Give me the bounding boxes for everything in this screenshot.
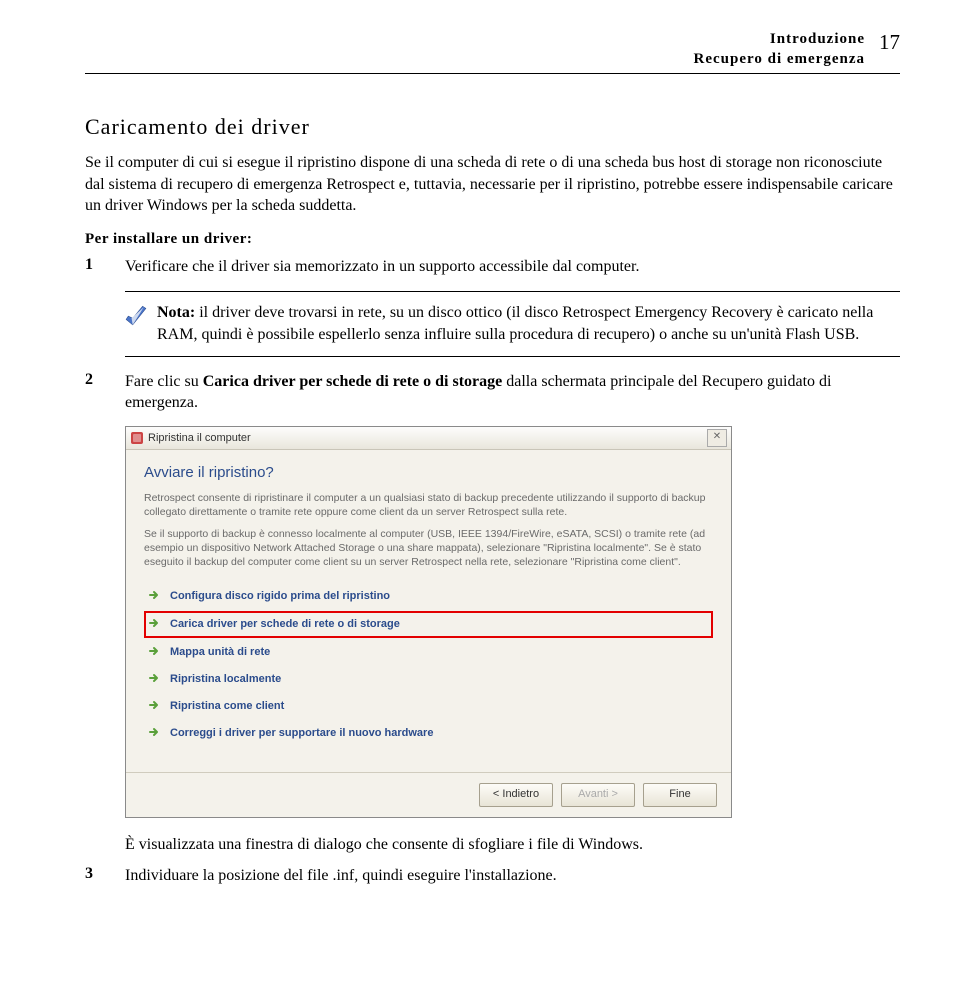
dialog-app-icon: [130, 431, 144, 445]
arrow-right-icon: [148, 699, 162, 714]
step-number: 3: [85, 865, 125, 887]
dialog-option-fix-drivers[interactable]: Correggi i driver per supportare il nuov…: [144, 721, 713, 746]
option-label: Ripristina localmente: [170, 673, 281, 685]
intro-paragraph: Se il computer di cui si esegue il ripri…: [85, 152, 900, 217]
dialog-option-configure-disk[interactable]: Configura disco rigido prima del riprist…: [144, 584, 713, 609]
arrow-right-icon: [148, 726, 162, 741]
after-dialog-body: È visualizzata una finestra di dialogo c…: [125, 834, 900, 856]
step2-bold: Carica driver per schede di rete o di st…: [203, 373, 503, 390]
step2-pre: Fare clic su: [125, 373, 203, 390]
note-body: il driver deve trovarsi in rete, su un d…: [157, 304, 873, 343]
header-titles: Introduzione Recupero di emergenza: [85, 30, 865, 69]
header-line2: Recupero di emergenza: [85, 50, 865, 70]
dialog-titlebar: Ripristina il computer ✕: [126, 427, 731, 450]
option-label: Configura disco rigido prima del riprist…: [170, 590, 390, 602]
dialog-title-text: Ripristina il computer: [148, 432, 707, 444]
step-1: 1 Verificare che il driver sia memorizza…: [85, 256, 900, 278]
note-text: Nota: il driver deve trovarsi in rete, s…: [157, 302, 900, 345]
step-text: Individuare la posizione del file .inf, …: [125, 865, 900, 887]
option-label: Mappa unità di rete: [170, 646, 270, 658]
after-dialog-text: È visualizzata una finestra di dialogo c…: [85, 834, 900, 856]
step-number: 1: [85, 256, 125, 278]
subheading: Per installare un driver:: [85, 231, 900, 248]
dialog-window: Ripristina il computer ✕ Avviare il ripr…: [125, 426, 732, 818]
step-text: Verificare che il driver sia memorizzato…: [125, 256, 900, 278]
dialog-body: Avviare il ripristino? Retrospect consen…: [126, 450, 731, 772]
page-number: 17: [879, 30, 900, 53]
arrow-right-icon: [148, 589, 162, 604]
arrow-right-icon: [148, 645, 162, 660]
dialog-option-map-drive[interactable]: Mappa unità di rete: [144, 640, 713, 665]
close-icon[interactable]: ✕: [707, 429, 727, 447]
dialog-option-load-driver[interactable]: Carica driver per schede di rete o di st…: [144, 611, 713, 638]
option-label: Correggi i driver per supportare il nuov…: [170, 727, 433, 739]
arrow-right-icon: [148, 672, 162, 687]
section-title: Caricamento dei driver: [85, 114, 900, 140]
next-button[interactable]: Avanti >: [561, 783, 635, 807]
option-label: Ripristina come client: [170, 700, 284, 712]
note-checkmark-icon: [125, 302, 147, 331]
dialog-heading: Avviare il ripristino?: [144, 464, 713, 481]
step-text: Fare clic su Carica driver per schede di…: [125, 371, 900, 414]
dialog-option-list: Configura disco rigido prima del riprist…: [144, 584, 713, 746]
header-line1: Introduzione: [85, 30, 865, 50]
dialog-option-restore-client[interactable]: Ripristina come client: [144, 694, 713, 719]
note-block: Nota: il driver deve trovarsi in rete, s…: [125, 291, 900, 356]
finish-button[interactable]: Fine: [643, 783, 717, 807]
note-label: Nota:: [157, 304, 195, 321]
arrow-right-icon: [148, 617, 162, 632]
dialog-option-restore-local[interactable]: Ripristina localmente: [144, 667, 713, 692]
option-label: Carica driver per schede di rete o di st…: [170, 618, 400, 630]
step-2: 2 Fare clic su Carica driver per schede …: [85, 371, 900, 414]
dialog-para-1: Retrospect consente di ripristinare il c…: [144, 491, 713, 519]
page-header: Introduzione Recupero di emergenza 17: [85, 30, 900, 74]
back-button[interactable]: < Indietro: [479, 783, 553, 807]
dialog-footer: < Indietro Avanti > Fine: [126, 772, 731, 817]
step-number: 2: [85, 371, 125, 414]
dialog-para-2: Se il supporto di backup è connesso loca…: [144, 527, 713, 570]
step-3: 3 Individuare la posizione del file .inf…: [85, 865, 900, 887]
